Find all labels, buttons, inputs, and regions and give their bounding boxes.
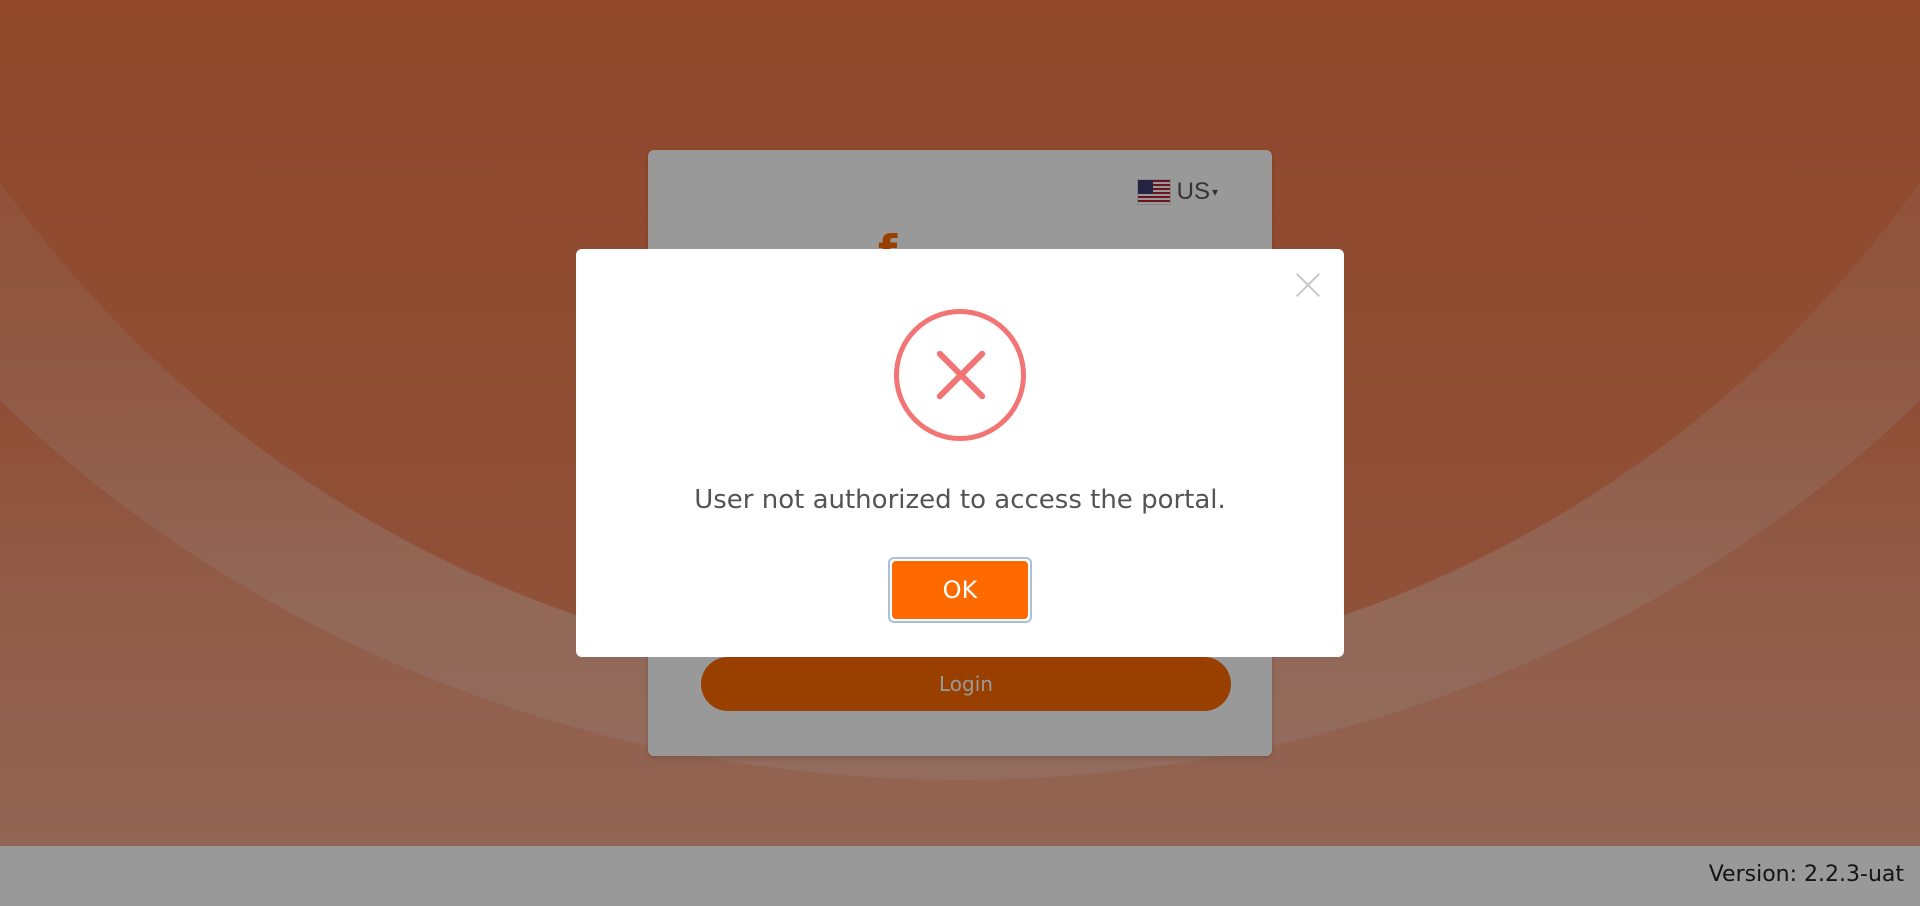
error-dialog: User not authorized to access the portal… [576,249,1344,657]
ok-button[interactable]: OK [888,557,1032,623]
error-x-icon [894,309,1026,441]
error-message: User not authorized to access the portal… [694,485,1226,515]
ok-button-label: OK [892,561,1028,619]
close-icon[interactable] [1292,269,1324,301]
